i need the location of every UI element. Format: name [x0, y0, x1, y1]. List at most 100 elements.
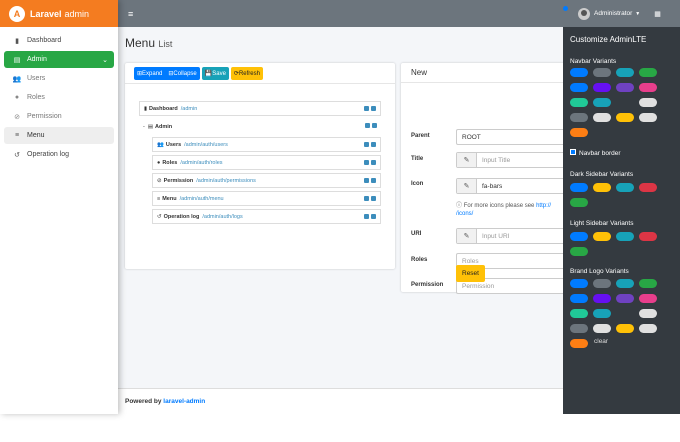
hamburger-menu-icon[interactable]: ≡ — [128, 9, 133, 19]
brand-logo-swatch[interactable] — [593, 279, 611, 288]
user-name[interactable]: Administrator — [594, 10, 632, 17]
dark-sidebar-swatch[interactable] — [593, 183, 611, 192]
tree-row-path[interactable]: /admin — [181, 106, 198, 112]
edit-icon[interactable] — [365, 123, 370, 128]
tree-row-dashboard[interactable]: ▮ Dashboard /admin — [139, 101, 381, 116]
sidebar-item-admin[interactable]: ▤ Admin ⌄ — [4, 51, 114, 68]
navbar-variant-swatch[interactable] — [639, 68, 657, 77]
tree-row-menu[interactable]: ≡ Menu /admin/auth/menu — [152, 191, 381, 206]
edit-icon[interactable] — [364, 106, 369, 111]
navbar-variant-swatch[interactable] — [616, 83, 634, 92]
sidebar-item-operation-log[interactable]: ↺ Operation log — [4, 146, 114, 163]
dark-sidebar-heading: Dark Sidebar Variants — [570, 171, 634, 178]
refresh-button[interactable]: ⟳Refresh — [230, 66, 263, 80]
icon-help-link-2[interactable]: /icons/ — [456, 211, 473, 217]
brand-link[interactable]: A Laravel admin — [0, 0, 118, 27]
dark-sidebar-swatch[interactable] — [570, 198, 588, 207]
light-sidebar-swatch[interactable] — [570, 247, 588, 256]
brand-logo-swatch[interactable] — [639, 309, 657, 318]
collapse-toggle[interactable]: - — [143, 124, 145, 130]
avatar[interactable] — [578, 7, 590, 20]
navbar-border-checkbox[interactable] — [570, 149, 576, 155]
edit-icon[interactable] — [364, 214, 369, 219]
light-sidebar-swatch[interactable] — [616, 232, 634, 241]
navbar-variant-swatch[interactable] — [639, 98, 657, 107]
navbar-variant-swatch[interactable] — [570, 128, 588, 137]
tree-row-users[interactable]: 👥 Users /admin/auth/users — [152, 137, 381, 152]
brand-logo-swatch[interactable] — [616, 324, 634, 333]
brand-logo-swatch[interactable] — [593, 309, 611, 318]
navbar-variant-swatch[interactable] — [593, 83, 611, 92]
navbar-variant-swatch[interactable] — [616, 113, 634, 122]
dark-sidebar-swatch[interactable] — [570, 183, 588, 192]
navbar-variant-swatch[interactable] — [570, 113, 588, 122]
sidebar-item-menu[interactable]: ≡ Menu — [4, 127, 114, 144]
sidebar-item-permission[interactable]: ⊘ Permission — [4, 108, 114, 125]
trash-icon[interactable] — [371, 160, 376, 165]
brand-logo-swatch[interactable] — [616, 279, 634, 288]
footer-link[interactable]: laravel-admin — [163, 398, 205, 405]
tree-row-path[interactable]: /admin/auth/users — [184, 142, 228, 148]
title-field[interactable]: ✎ Input Title — [456, 152, 571, 168]
edit-icon[interactable] — [364, 178, 369, 183]
dark-sidebar-swatch[interactable] — [616, 183, 634, 192]
icon-help-link[interactable]: http:// — [536, 203, 551, 209]
tree-row-admin[interactable]: - ▤ Admin — [139, 119, 381, 134]
grid-icon[interactable]: ▦ — [654, 10, 661, 18]
expand-button[interactable]: ⊞Expand — [134, 66, 166, 80]
navbar-variant-swatch[interactable] — [570, 68, 588, 77]
light-sidebar-swatch[interactable] — [593, 232, 611, 241]
navbar-variant-swatch[interactable] — [593, 113, 611, 122]
dark-sidebar-swatch[interactable] — [639, 183, 657, 192]
edit-icon[interactable] — [364, 142, 369, 147]
brand-logo-swatch[interactable] — [570, 294, 588, 303]
brand-logo-swatch[interactable] — [570, 309, 588, 318]
caret-down-icon[interactable]: ▼ — [635, 11, 640, 17]
brand-logo-swatch[interactable] — [616, 309, 634, 318]
tree-row-path[interactable]: /admin/auth/permissions — [196, 178, 256, 184]
icon-field[interactable]: ✎ fa-bars — [456, 178, 571, 194]
navbar-variant-swatch[interactable] — [570, 98, 588, 107]
navbar-variant-swatch[interactable] — [593, 98, 611, 107]
brand-logo-swatch[interactable] — [570, 279, 588, 288]
trash-icon[interactable] — [371, 196, 376, 201]
sidebar-item-roles[interactable]: ● Roles — [4, 89, 114, 106]
edit-icon[interactable] — [364, 196, 369, 201]
light-sidebar-swatch[interactable] — [639, 232, 657, 241]
clear-link[interactable]: clear — [594, 338, 608, 345]
navbar-variant-swatch[interactable] — [616, 68, 634, 77]
sidebar-item-dashboard[interactable]: ▮ Dashboard — [4, 32, 114, 49]
collapse-button[interactable]: ⊟Collapse — [165, 66, 200, 80]
sidebar-item-users[interactable]: 👥 Users — [4, 70, 114, 87]
brand-logo-swatch[interactable] — [639, 324, 657, 333]
brand-logo-swatch[interactable] — [593, 294, 611, 303]
trash-icon[interactable] — [372, 123, 377, 128]
trash-icon[interactable] — [371, 106, 376, 111]
brand-logo-swatch[interactable] — [639, 279, 657, 288]
tree-row-permission[interactable]: ⊘ Permission /admin/auth/permissions — [152, 173, 381, 188]
trash-icon[interactable] — [371, 214, 376, 219]
reset-button[interactable]: Reset — [456, 265, 485, 282]
tree-row-path[interactable]: /admin/auth/logs — [202, 214, 242, 220]
tree-row-roles[interactable]: ● Roles /admin/auth/roles — [152, 155, 381, 170]
edit-icon[interactable] — [364, 160, 369, 165]
trash-icon[interactable] — [371, 178, 376, 183]
brand-logo-swatch[interactable] — [639, 294, 657, 303]
navbar-variant-swatch[interactable] — [616, 98, 634, 107]
navbar-variant-swatch[interactable] — [593, 68, 611, 77]
uri-field[interactable]: ✎ Input URI — [456, 228, 571, 244]
tree-row-operation-log[interactable]: ↺ Operation log /admin/auth/logs — [152, 209, 381, 224]
trash-icon[interactable] — [371, 142, 376, 147]
navbar-variant-swatch[interactable] — [639, 113, 657, 122]
save-button[interactable]: 💾Save — [201, 66, 229, 80]
brand-logo-swatch[interactable] — [570, 339, 588, 348]
brand-logo-swatch[interactable] — [570, 324, 588, 333]
parent-select[interactable]: ROOT — [456, 129, 571, 145]
navbar-variant-swatch[interactable] — [570, 83, 588, 92]
light-sidebar-swatch[interactable] — [570, 232, 588, 241]
tree-row-path[interactable]: /admin/auth/roles — [180, 160, 222, 166]
navbar-variant-swatch[interactable] — [639, 83, 657, 92]
brand-logo-swatch[interactable] — [593, 324, 611, 333]
brand-logo-swatch[interactable] — [616, 294, 634, 303]
tree-row-path[interactable]: /admin/auth/menu — [180, 196, 224, 202]
